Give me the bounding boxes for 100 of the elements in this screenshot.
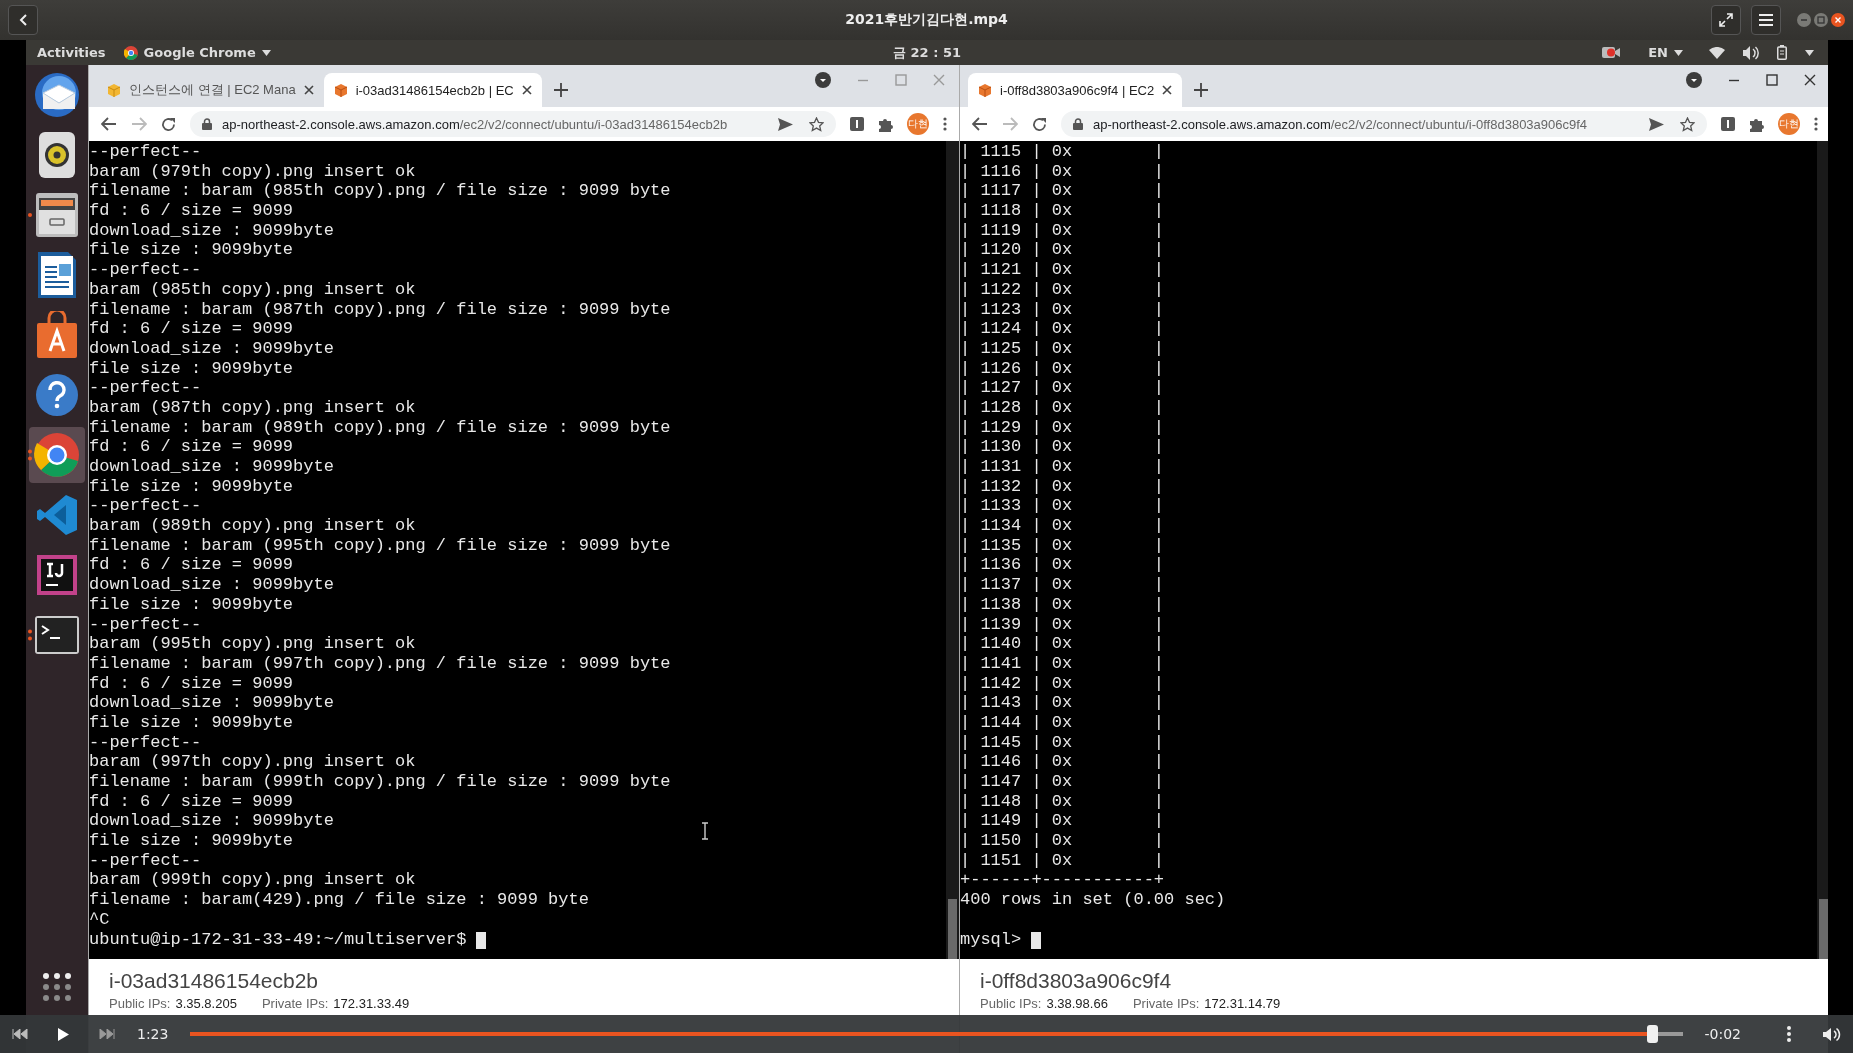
back-icon[interactable] (101, 117, 117, 131)
next-icon[interactable] (99, 1029, 115, 1039)
terminal-line: fd : 6 / size = 9099 (89, 791, 294, 812)
close-tab-icon[interactable] (521, 85, 532, 95)
terminal-line: | 1133 | 0x | (960, 496, 1165, 517)
terminal-line: --perfect-- (89, 850, 202, 871)
play-icon[interactable] (58, 1027, 69, 1041)
cube-icon (333, 83, 348, 97)
address-bar[interactable]: ap-northeast-2.console.aws.amazon.com/ec2/v2/connect/ubuntu/i-03ad31486154ecb2b (190, 111, 836, 137)
dock-item[interactable] (29, 427, 85, 483)
terminal-line: | 1123 | 0x | (960, 299, 1165, 320)
reload-icon[interactable] (1032, 116, 1047, 132)
terminal-line: | 1138 | 0x | (960, 594, 1165, 615)
star-icon[interactable] (1680, 116, 1695, 132)
star-icon[interactable] (809, 116, 824, 132)
terminal-line: ^C (89, 909, 110, 930)
terminal-line: | 1126 | 0x | (960, 358, 1165, 379)
terminal-line: | 1122 | 0x | (960, 279, 1165, 300)
fullscreen-button[interactable] (1711, 5, 1741, 35)
menu-button[interactable] (1751, 5, 1781, 35)
maximize-icon[interactable] (1766, 74, 1778, 86)
reload-icon[interactable] (161, 116, 176, 132)
close-icon[interactable] (1804, 74, 1816, 86)
terminal-line: | 1121 | 0x | (960, 260, 1165, 280)
clock[interactable]: 금 22 : 51 (893, 43, 961, 62)
record-icon[interactable] (1602, 46, 1621, 59)
activities-button[interactable]: Activities (37, 45, 106, 60)
terminal-line: filename : baram (987th copy).png / file size : 9099 byte (89, 299, 671, 320)
language-menu[interactable]: EN (1648, 45, 1683, 60)
more-icon[interactable] (1787, 1026, 1791, 1042)
send-icon[interactable] (1649, 117, 1664, 131)
terminal-line: baram (987th copy).png insert ok (89, 397, 416, 418)
private-ip-label: Private IPs: (261, 996, 329, 1011)
tab-search-icon[interactable] (1686, 72, 1702, 88)
terminal-line: | 1144 | 0x | (960, 712, 1165, 733)
close-tab-icon[interactable] (303, 85, 314, 95)
previous-icon[interactable] (12, 1029, 28, 1039)
terminal-line: --perfect-- (89, 496, 202, 517)
terminal-line: | 1128 | 0x | (960, 397, 1165, 418)
terminal-line: --perfect-- (89, 614, 202, 635)
back-icon[interactable] (972, 117, 988, 131)
terminal-line: | 1150 | 0x | (960, 831, 1165, 851)
instance-id: i-0ff8d3803a906c9f4 (980, 969, 1173, 993)
private-ip: 172.31.33.49 (333, 996, 410, 1011)
caret-icon[interactable] (1805, 49, 1814, 56)
terminal-line: | 1115 | 0x | (960, 142, 1165, 162)
browser-tab[interactable]: i-0ff8d3803a906c9f4 | EC2 (968, 73, 1183, 107)
battery-icon[interactable] (1777, 45, 1787, 60)
close-tab-icon[interactable] (1162, 85, 1173, 95)
wifi-icon[interactable] (1709, 46, 1725, 59)
progress-thumb[interactable] (1646, 1025, 1658, 1043)
extension-icon[interactable] (1721, 117, 1735, 131)
lock-icon (1073, 118, 1083, 130)
puzzle-icon[interactable] (1749, 116, 1764, 132)
progress-slider[interactable] (190, 1025, 1683, 1043)
new-tab-icon[interactable] (1194, 83, 1209, 97)
terminal-line: file size : 9099byte (89, 476, 294, 497)
help-icon (35, 373, 79, 417)
send-icon[interactable] (778, 117, 793, 131)
remaining-time: -0:02 (1704, 1026, 1741, 1042)
volume-icon[interactable] (1743, 45, 1759, 60)
terminal-line: | 1125 | 0x | (960, 338, 1165, 359)
back-button[interactable] (8, 5, 38, 35)
more-icon[interactable] (1814, 117, 1818, 131)
terminal-line: | 1127 | 0x | (960, 378, 1165, 398)
scrollbar-thumb[interactable] (1819, 899, 1828, 959)
terminal-line: download_size : 9099byte (89, 338, 334, 359)
chevron-left-icon (19, 14, 27, 26)
menu-icon (1759, 14, 1773, 26)
terminal-line: download_size : 9099byte (89, 220, 334, 241)
terminal-prompt: mysql> (960, 930, 1022, 950)
terminal-line: --perfect-- (89, 732, 202, 753)
terminal-line: | 1149 | 0x | (960, 811, 1165, 832)
app-menu[interactable]: Google Chrome (123, 45, 271, 60)
terminal-line: | 1116 | 0x | (960, 161, 1165, 182)
private-ip-label: Private IPs: (1132, 996, 1200, 1011)
close-icon[interactable] (1831, 13, 1845, 27)
new-tab-icon[interactable] (553, 83, 568, 97)
terminal-line: download_size : 9099byte (89, 457, 334, 477)
terminal-line: filename : baram (999th copy).png / file size : 9099 byte (89, 772, 671, 792)
volume-icon[interactable] (1823, 1026, 1841, 1042)
scrollbar-thumb[interactable] (948, 899, 957, 959)
terminal-line: baram (989th copy).png insert ok (89, 516, 416, 536)
terminal-line: | 1142 | 0x | (960, 673, 1165, 694)
terminal-line: filename : baram(429).png / file size : 9099 byte (89, 890, 589, 910)
ide-icon (37, 555, 77, 595)
terminal-line: --perfect-- (89, 260, 202, 280)
extension-icon[interactable] (850, 117, 864, 131)
terminal-line: | 1134 | 0x | (960, 516, 1165, 536)
address-bar[interactable]: ap-northeast-2.console.aws.amazon.com/ec2/v2/connect/ubuntu/i-0ff8d3803a906c9f4 (1061, 111, 1707, 137)
terminal-line: file size : 9099byte (89, 358, 294, 379)
minimize-icon[interactable] (1728, 78, 1740, 82)
browser-tab[interactable]: 인스턴스에 연결 | EC2 Mana (97, 73, 324, 107)
terminal-line: +------+-----------+ (960, 870, 1165, 891)
puzzle-icon[interactable] (878, 116, 893, 132)
ibeam-cursor-icon (701, 822, 709, 840)
browser-tab[interactable]: i-03ad31486154ecb2b | EC (323, 73, 542, 107)
terminal-icon (35, 616, 79, 654)
terminal-line: | 1124 | 0x | (960, 319, 1165, 339)
more-icon[interactable] (943, 117, 947, 131)
